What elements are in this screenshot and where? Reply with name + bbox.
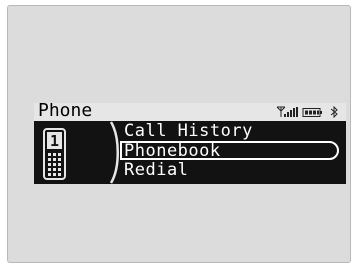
menu-item-call-history[interactable]: Call History — [124, 122, 253, 141]
menu-item-phonebook[interactable]: Phonebook — [124, 142, 221, 161]
signal-bars-icon — [284, 107, 298, 117]
antenna-icon — [276, 106, 286, 117]
header-bar: Phone — [34, 103, 346, 121]
bluetooth-icon — [330, 106, 338, 118]
status-icons — [276, 106, 338, 118]
battery-icon — [302, 108, 322, 117]
mobile-phone-icon: 1 — [43, 128, 66, 180]
lcd-screen: Phone 1 Call History Phonebook Redial — [34, 103, 346, 184]
line-number: 1 — [50, 132, 59, 150]
menu-item-redial[interactable]: Redial — [124, 161, 188, 180]
screen-title: Phone — [38, 103, 93, 121]
display-frame: Phone 1 Call History Phonebook Redial — [7, 5, 351, 263]
